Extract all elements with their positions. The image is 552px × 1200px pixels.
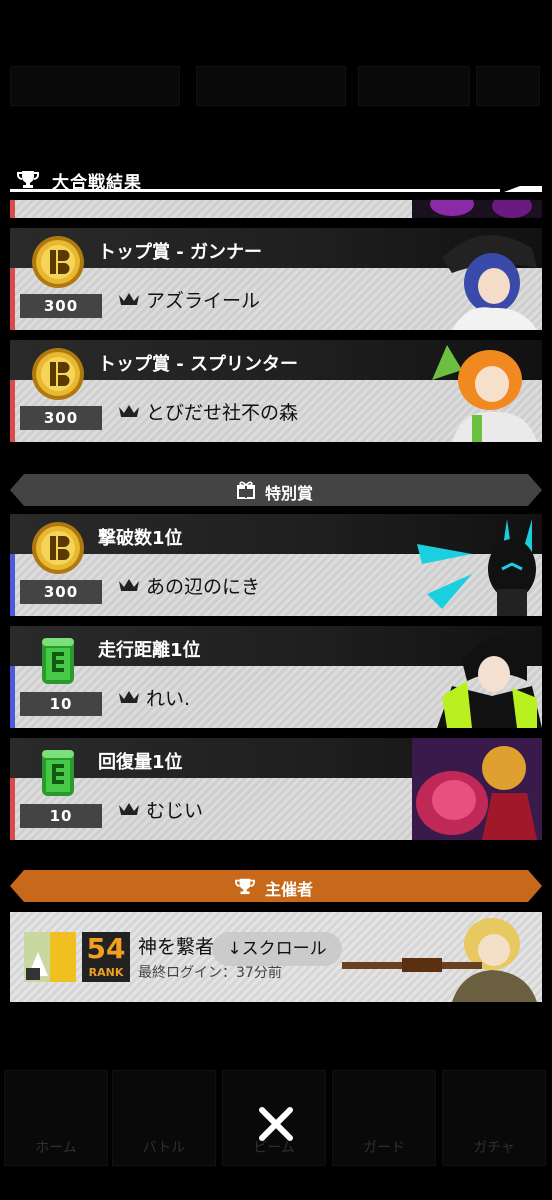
crown-icon <box>119 293 139 305</box>
player-badge-icon <box>24 932 76 982</box>
green-canister-icon <box>42 638 74 684</box>
nav-battle: バトル <box>142 1140 186 1156</box>
card-stripe <box>10 666 15 728</box>
organizer-name[interactable]: 神を繋者 <box>138 932 214 959</box>
gold-coin-icon <box>32 236 84 288</box>
background-status-bar <box>0 60 552 112</box>
winner-name[interactable]: とびだせ社不の森 <box>146 398 298 425</box>
award-title: 撃破数1位 <box>98 528 183 549</box>
rank-badge: 54 RANK <box>82 932 130 982</box>
crown-icon <box>119 579 139 591</box>
background-cell <box>196 66 346 106</box>
gold-coin-icon <box>32 348 84 400</box>
winner-name[interactable]: アズライール <box>146 286 260 313</box>
winner-name[interactable]: むじい <box>146 796 203 823</box>
reward-amount: 10 <box>20 692 102 716</box>
crown-icon <box>119 803 139 815</box>
partial-award-card <box>10 200 542 218</box>
character-portrait <box>437 638 542 728</box>
winner-name[interactable]: れい. <box>146 684 190 711</box>
award-card[interactable]: 走行距離1位 れい. 10 <box>10 626 542 728</box>
award-card[interactable]: トップ賞 - ガンナー アズライール 300 <box>10 228 542 330</box>
green-canister-icon <box>42 750 74 796</box>
award-card[interactable]: 回復量1位 むじい 10 <box>10 738 542 840</box>
scroll-hint[interactable]: ↓スクロール <box>212 932 342 966</box>
reward-amount: 300 <box>20 580 102 604</box>
rank-label: RANK <box>88 966 124 979</box>
reward-amount: 300 <box>20 294 102 318</box>
crown-icon <box>119 691 139 703</box>
winner-name[interactable]: あの辺のにき <box>146 572 260 599</box>
character-portrait <box>432 345 537 442</box>
award-card[interactable]: 撃破数1位 あの辺のにき 300 <box>10 514 542 616</box>
card-stripe <box>10 268 15 330</box>
character-portrait <box>442 235 537 330</box>
award-card[interactable]: トップ賞 - スプリンター とびだせ社不の森 300 <box>10 340 542 442</box>
organizer-label: 主催者 <box>264 880 313 899</box>
nav-home: ホーム <box>35 1140 77 1156</box>
gold-coin-icon <box>32 522 84 574</box>
crown-icon <box>119 405 139 417</box>
background-cell <box>10 66 180 106</box>
character-portrait <box>412 200 542 218</box>
award-title: トップ賞 - ガンナー <box>98 242 263 263</box>
close-icon[interactable] <box>254 1102 298 1146</box>
character-portrait <box>417 519 536 616</box>
card-stripe <box>10 778 15 840</box>
header-underline <box>10 186 542 192</box>
nav-guard: ガード <box>363 1140 405 1156</box>
award-title: 回復量1位 <box>98 752 183 773</box>
special-award-label: 特別賞 <box>264 484 313 503</box>
award-title: 走行距離1位 <box>98 640 201 661</box>
character-portrait <box>412 738 542 840</box>
card-stripe <box>10 380 15 442</box>
background-cell <box>358 66 470 106</box>
nav-gacha: ガチャ <box>473 1140 515 1156</box>
character-portrait <box>342 918 537 1002</box>
rank-number: 54 <box>86 932 126 965</box>
background-cell <box>476 66 540 106</box>
reward-amount: 300 <box>20 406 102 430</box>
reward-amount: 10 <box>20 804 102 828</box>
card-stripe <box>10 554 15 616</box>
award-title: トップ賞 - スプリンター <box>98 354 299 375</box>
